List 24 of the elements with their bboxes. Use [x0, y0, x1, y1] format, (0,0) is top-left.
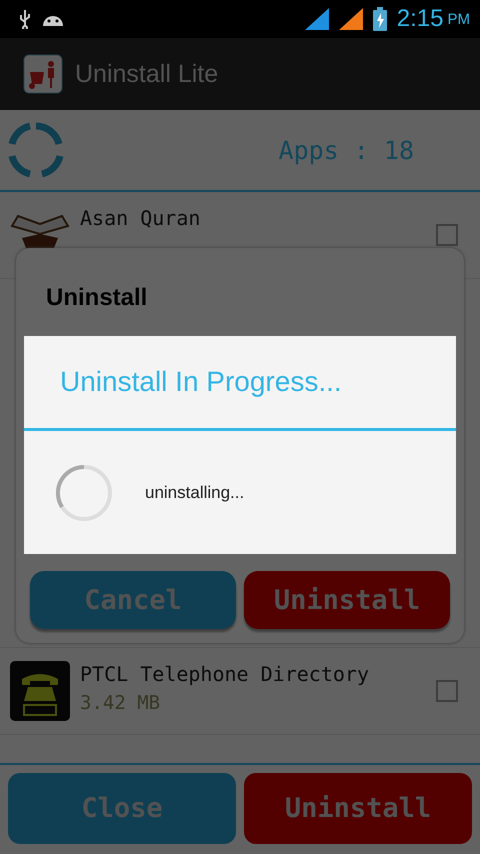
app-name: Asan Quran: [80, 206, 202, 230]
signal-icon: [304, 8, 329, 30]
app-size: 3.42 MB: [80, 692, 162, 714]
checkbox[interactable]: [436, 680, 458, 702]
cancel-button[interactable]: Cancel: [30, 571, 236, 629]
progress-message: uninstalling...: [145, 482, 244, 502]
clock-time: 2:15: [396, 5, 444, 33]
loading-spinner-icon: [55, 464, 113, 522]
app-logo-icon: [23, 54, 63, 94]
signal-icon: [338, 8, 363, 30]
usb-icon: [18, 9, 32, 29]
battery-icon: [372, 7, 387, 31]
progress-dialog-title: Uninstall In Progress...: [24, 336, 456, 431]
apps-count: Apps : 18: [278, 136, 414, 164]
refresh-icon[interactable]: [6, 120, 66, 180]
clock-ampm: PM: [448, 10, 470, 28]
checkbox[interactable]: [436, 224, 458, 246]
uninstall-button[interactable]: Uninstall: [244, 571, 450, 629]
phone-icon: [10, 661, 70, 721]
app-name: PTCL Telephone Directory: [80, 662, 370, 686]
uninstall-button[interactable]: Uninstall: [244, 773, 472, 844]
close-button[interactable]: Close: [8, 773, 236, 844]
dialog-title: Uninstall: [46, 284, 148, 312]
app-title: Uninstall Lite: [75, 60, 218, 88]
